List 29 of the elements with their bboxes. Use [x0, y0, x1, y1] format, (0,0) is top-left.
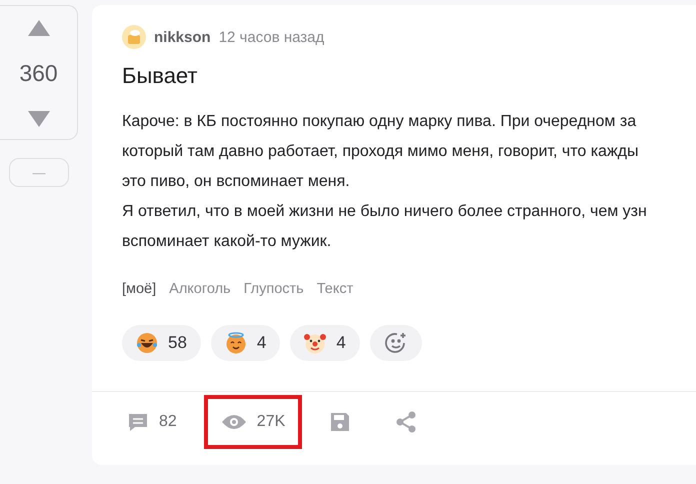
tag-link[interactable]: [моё]: [122, 281, 156, 297]
add-reaction-icon: [384, 331, 408, 355]
eye-icon: [220, 413, 247, 431]
post-text-line: вспоминает какой-то мужик.: [122, 232, 332, 252]
rating-score: 360: [19, 60, 58, 87]
laughing-emoji-icon: [136, 332, 158, 354]
comment-icon: [127, 411, 149, 433]
tag-link[interactable]: Текст: [316, 281, 354, 297]
post-text-line: это пиво, он вспоминает меня.: [122, 172, 350, 192]
post-text-line: который там давно работает, проходя мимо меня, говорит, что кажды: [122, 142, 638, 162]
reaction-button[interactable]: 4: [290, 325, 360, 361]
post-title[interactable]: Бывает: [122, 63, 696, 89]
smiling-emoji-icon: [224, 332, 247, 354]
tag-link[interactable]: Алкоголь: [169, 281, 231, 297]
clown-emoji-icon: [304, 332, 326, 354]
avatar-icon: [122, 25, 146, 49]
upvote-icon[interactable]: [28, 20, 50, 36]
author-name[interactable]: nikkson: [154, 28, 211, 46]
post-text-line: Я ответил, что в моей жизни не было ничего более странного, чем узн: [122, 202, 647, 222]
views-stat-button[interactable]: 27K: [204, 395, 302, 449]
share-icon: [395, 411, 418, 433]
comments-stat-button[interactable]: 82: [110, 395, 194, 449]
downvote-icon[interactable]: [28, 111, 50, 127]
tag-link[interactable]: Глупость: [244, 281, 304, 297]
add-reaction-button[interactable]: [370, 325, 422, 361]
reaction-button[interactable]: 4: [210, 325, 280, 361]
post-text-line: Кароче: в КБ постоянно покупаю одну марку пива. При очередном за: [122, 112, 636, 132]
post-time: 12 часов назад: [218, 28, 324, 46]
reaction-button[interactable]: 58: [122, 325, 201, 361]
